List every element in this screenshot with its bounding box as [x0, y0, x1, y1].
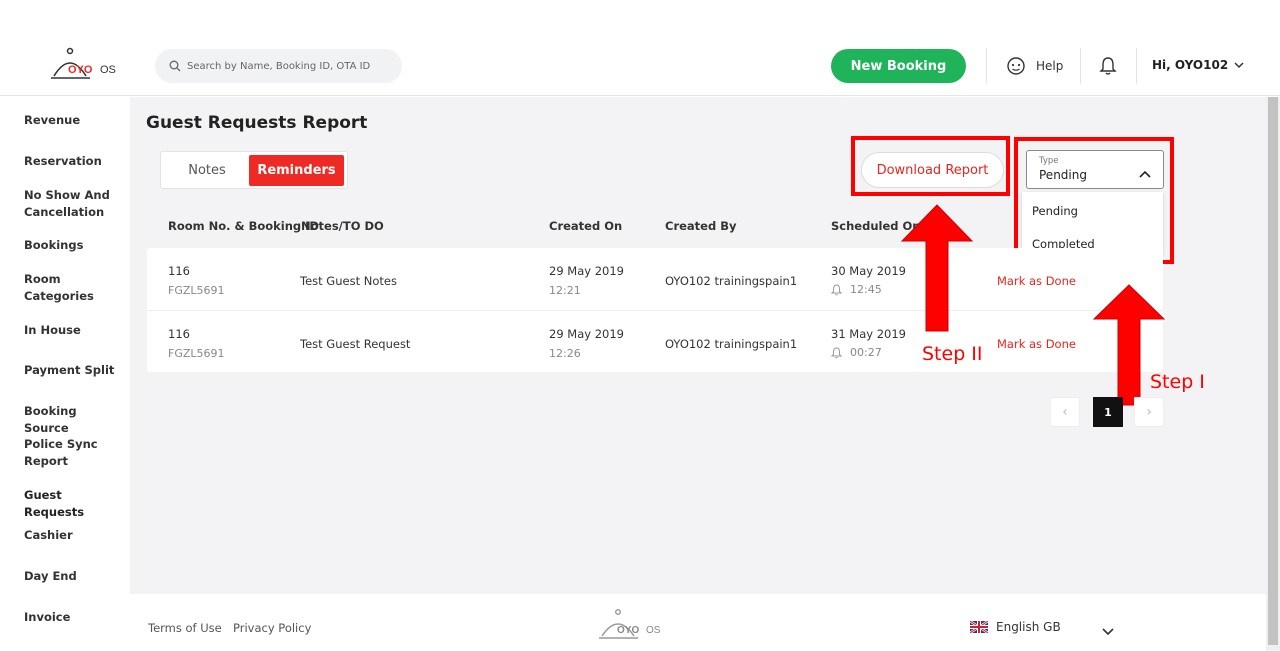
column-header-created-on: Created On — [549, 219, 623, 233]
footer-logo: OYO OS — [598, 608, 668, 648]
bell-icon — [831, 283, 842, 295]
language-selector[interactable]: English GB — [970, 620, 1061, 634]
table-row: 116 FGZL5691 Test Guest Request 29 May 2… — [147, 310, 1163, 372]
mark-as-done-link[interactable]: Mark as Done — [997, 274, 1076, 288]
divider — [1136, 48, 1137, 84]
scheduled-time: 00:27 — [831, 346, 882, 359]
search-input[interactable] — [187, 60, 387, 72]
created-by: OYO102 trainingspain1 — [665, 274, 798, 288]
page-title: Guest Requests Report — [146, 113, 368, 133]
step-two-arrow — [900, 204, 974, 332]
booking-id: FGZL5691 — [168, 347, 225, 360]
oyo-os-logo[interactable]: OYO OS — [50, 46, 120, 86]
column-header-room: Room No. & Booking ID — [168, 219, 319, 233]
sidebar-item-in-house[interactable]: In House — [24, 322, 124, 339]
search-bar[interactable] — [155, 49, 402, 83]
divider — [1080, 48, 1081, 84]
sidebar-item-room-categories[interactable]: Room Categories — [24, 271, 124, 305]
sidebar-item-invoice[interactable]: Invoice — [24, 609, 124, 626]
sidebar-item-bookings[interactable]: Bookings — [24, 237, 124, 254]
chevron-down-icon[interactable] — [1102, 621, 1114, 640]
download-report-button[interactable]: Download Report — [861, 152, 1004, 188]
sidebar-item-no-show[interactable]: No Show And Cancellation — [24, 187, 124, 221]
terms-of-use-link[interactable]: Terms of Use — [148, 621, 222, 635]
main-content: Guest Requests Report Notes Reminders Do… — [130, 97, 1266, 594]
help-button[interactable]: Help — [1006, 56, 1063, 76]
mark-as-done-link[interactable]: Mark as Done — [997, 337, 1076, 351]
sidebar-item-booking-source[interactable]: Booking Source — [24, 403, 124, 437]
help-label: Help — [1036, 59, 1064, 73]
user-greeting: Hi, OYO102 — [1152, 58, 1229, 72]
created-time: 12:26 — [549, 347, 581, 360]
language-label: English GB — [996, 620, 1061, 634]
booking-id: FGZL5691 — [168, 284, 225, 297]
scheduled-time: 12:45 — [831, 283, 882, 296]
created-by: OYO102 trainingspain1 — [665, 337, 798, 351]
sidebar-item-reservation[interactable]: Reservation — [24, 153, 124, 170]
sidebar-item-day-end[interactable]: Day End — [24, 568, 124, 585]
sidebar-item-guest-requests[interactable]: Guest Requests — [24, 487, 124, 521]
sidebar-item-payment-split[interactable]: Payment Split — [24, 362, 124, 379]
new-booking-button[interactable]: New Booking — [831, 49, 966, 83]
reminders-table: 116 FGZL5691 Test Guest Notes 29 May 201… — [147, 248, 1163, 372]
created-time: 12:21 — [549, 284, 581, 297]
room-number: 116 — [168, 327, 190, 341]
scheduled-time-value: 00:27 — [850, 346, 882, 359]
room-number: 116 — [168, 264, 190, 278]
search-icon — [169, 60, 181, 72]
bell-icon[interactable] — [1098, 56, 1118, 80]
tab-notes[interactable]: Notes — [165, 155, 249, 186]
note-text: Test Guest Request — [300, 337, 411, 351]
divider — [986, 48, 987, 84]
scheduled-date: 30 May 2019 — [831, 264, 906, 278]
column-header-notes: Notes/TO DO — [301, 219, 384, 233]
sidebar-item-police-sync[interactable]: Police Sync Report — [24, 436, 124, 470]
column-header-created-by: Created By — [665, 219, 737, 233]
tab-reminders[interactable]: Reminders — [249, 155, 344, 186]
uk-flag-icon — [970, 621, 988, 633]
type-dropdown-menu: Pending Completed — [1022, 192, 1163, 256]
chevron-up-icon — [1139, 163, 1151, 182]
pagination-prev-button[interactable]: ‹ — [1050, 397, 1080, 427]
chevron-down-icon — [1234, 58, 1244, 72]
option-pending[interactable]: Pending — [1032, 204, 1078, 218]
pagination-next-button[interactable]: › — [1134, 397, 1164, 427]
type-dropdown[interactable]: Type Pending — [1026, 150, 1164, 189]
bell-icon — [831, 346, 842, 358]
scrollbar-thumb[interactable] — [1268, 97, 1278, 645]
footer: Terms of Use Privacy Policy OYO OS Engli… — [130, 594, 1266, 651]
scheduled-time-value: 12:45 — [850, 283, 882, 296]
note-text: Test Guest Notes — [300, 274, 397, 288]
table-row: 116 FGZL5691 Test Guest Notes 29 May 201… — [147, 248, 1163, 310]
created-date: 29 May 2019 — [549, 327, 624, 341]
privacy-policy-link[interactable]: Privacy Policy — [233, 621, 311, 635]
svg-text:OYO: OYO — [617, 625, 639, 636]
created-date: 29 May 2019 — [549, 264, 624, 278]
svg-text:OS: OS — [100, 64, 116, 76]
step-one-label: Step I — [1150, 371, 1205, 393]
svg-text:OYO: OYO — [68, 64, 93, 76]
sidebar: Revenue Reservation No Show And Cancella… — [0, 97, 130, 651]
pagination-page-button[interactable]: 1 — [1093, 397, 1123, 427]
svg-text:OS: OS — [646, 625, 661, 636]
sidebar-item-revenue[interactable]: Revenue — [24, 112, 124, 129]
scheduled-date: 31 May 2019 — [831, 327, 906, 341]
sidebar-item-cashier[interactable]: Cashier — [24, 527, 124, 544]
tab-group: Notes Reminders — [160, 151, 348, 189]
help-icon — [1007, 57, 1025, 75]
type-label: Type — [1039, 156, 1059, 166]
top-header: OYO OS New Booking Help Hi, OYO102 — [0, 38, 1280, 96]
step-two-label: Step II — [922, 343, 983, 365]
user-menu[interactable]: Hi, OYO102 — [1152, 58, 1244, 72]
type-value: Pending — [1039, 168, 1087, 182]
